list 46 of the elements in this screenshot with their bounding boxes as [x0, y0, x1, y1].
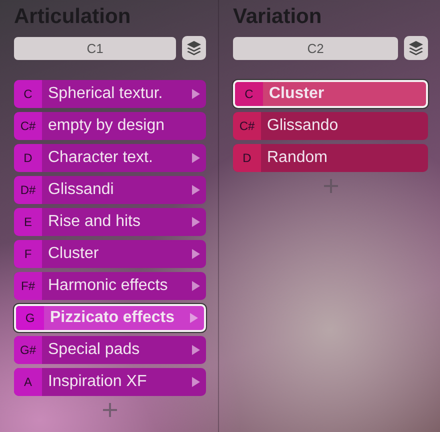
item-label: Rise and hits: [47, 212, 142, 232]
item-label: Special pads: [47, 340, 141, 360]
note-key: E: [14, 208, 42, 236]
list-item[interactable]: C# empty by design: [14, 112, 206, 140]
item-label: Glissandi: [47, 180, 115, 200]
list-item[interactable]: C Cluster: [233, 80, 428, 108]
list-item[interactable]: F# Harmonic effects: [14, 272, 206, 300]
item-label: Glissando: [266, 116, 340, 136]
layers-icon: [408, 40, 424, 56]
list-item[interactable]: C# Glissando: [233, 112, 428, 140]
item-label: Cluster: [47, 244, 100, 264]
item-label: Random: [266, 148, 328, 168]
layers-icon: [186, 40, 202, 56]
note-key: G#: [14, 336, 42, 364]
note-key: D: [233, 144, 261, 172]
item-label: empty by design: [47, 116, 166, 136]
list-item[interactable]: E Rise and hits: [14, 208, 206, 236]
list-item[interactable]: C Spherical textur.: [14, 80, 206, 108]
layers-button[interactable]: [182, 36, 206, 60]
item-label: Inspiration XF: [47, 372, 148, 392]
note-key: G: [16, 306, 44, 330]
note-key: F#: [14, 272, 42, 300]
item-label: Harmonic effects: [47, 276, 169, 296]
note-key: C: [14, 80, 42, 108]
note-key: D: [14, 144, 42, 172]
panel-title: Variation: [233, 4, 323, 30]
note-key: C#: [233, 112, 261, 140]
item-label: Spherical textur.: [47, 84, 164, 104]
item-label: Pizzicato effects: [49, 308, 176, 328]
list-item[interactable]: G Pizzicato effects: [14, 304, 206, 332]
list-item[interactable]: D Character text.: [14, 144, 206, 172]
list-item[interactable]: F Cluster: [14, 240, 206, 268]
layers-button[interactable]: [404, 36, 428, 60]
list-item[interactable]: D Random: [233, 144, 428, 172]
note-key: A: [14, 368, 42, 396]
note-key: D#: [14, 176, 42, 204]
note-key: F: [14, 240, 42, 268]
item-label: Character text.: [47, 148, 154, 168]
slot-field[interactable]: C1: [14, 36, 176, 60]
list-item[interactable]: A Inspiration XF: [14, 368, 206, 396]
item-label: Cluster: [268, 84, 326, 104]
note-key: C: [235, 82, 263, 106]
note-key: C#: [14, 112, 42, 140]
list-item[interactable]: D# Glissandi: [14, 176, 206, 204]
list-item[interactable]: G# Special pads: [14, 336, 206, 364]
slot-field[interactable]: C2: [233, 36, 398, 60]
